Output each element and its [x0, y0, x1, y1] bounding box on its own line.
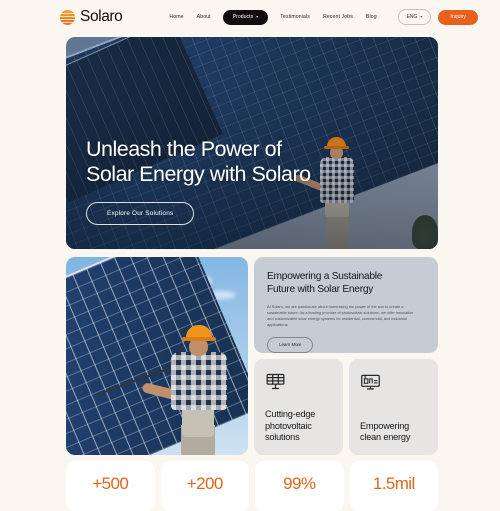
feature-card-photovoltaic-label: Cutting-edge photovoltaic solutions — [265, 409, 316, 442]
sun-stripes-icon — [60, 9, 75, 25]
feature-cards: Cutting-edge photovoltaic solutions Empo… — [254, 359, 438, 455]
brand-logo[interactable]: Solaro — [60, 8, 123, 26]
stat-card: 1.5mil — [349, 461, 438, 511]
hero-title: Unleash the Power of Solar Energy with S… — [86, 137, 418, 187]
hero-title-line-2: Solar Energy with Solaro — [86, 162, 311, 187]
nav-actions: ENG ▾ Inquiry — [397, 9, 478, 25]
nav-item-testimonials[interactable]: Testimonials — [279, 12, 311, 22]
hard-hat-icon — [182, 325, 216, 341]
sustainability-info-card: Empowering a Sustainable Future with Sol… — [254, 257, 438, 353]
brand-name: Solaro — [80, 8, 123, 25]
info-card-title-line-1: Empowering a Sustainable — [267, 271, 383, 282]
stat-card: +500 — [66, 461, 155, 511]
hero-title-line-1: Unleash the Power of — [86, 137, 282, 162]
nav-item-products[interactable]: Products ▾ — [222, 9, 269, 25]
stat-value: 99% — [283, 474, 316, 493]
feature-card-clean-energy[interactable]: Empowering clean energy — [349, 359, 438, 455]
chevron-down-icon: ▾ — [256, 14, 259, 19]
nav-item-about[interactable]: About — [196, 12, 212, 22]
about-photo-card — [66, 257, 248, 455]
nav-item-recent-jobs[interactable]: Recent Jobs — [322, 12, 354, 22]
explore-our-solutions-button[interactable]: Explore Our Solutions — [86, 202, 195, 225]
stat-value: +200 — [186, 474, 224, 493]
monitor-clean-energy-icon — [360, 371, 427, 397]
chevron-down-icon: ▾ — [420, 14, 423, 19]
feature-card-clean-energy-label: Empowering clean energy — [360, 420, 411, 442]
stat-card: 99% — [255, 461, 344, 511]
nav-links: Home About Products ▾ Testimonials Recen… — [168, 9, 378, 25]
stat-card: +200 — [160, 461, 249, 511]
hero-content: Unleash the Power of Solar Energy with S… — [86, 137, 418, 225]
feature-card-photovoltaic[interactable]: Cutting-edge photovoltaic solutions — [254, 359, 343, 455]
info-card-title-line-2: Future with Solar Energy — [267, 283, 374, 295]
top-navigation-bar: Solaro Home About Products ▾ Testimonial… — [0, 0, 500, 34]
stat-value: 1.5mil — [372, 474, 415, 493]
solar-panel-grid-icon — [265, 371, 332, 397]
nav-item-home[interactable]: Home — [168, 12, 184, 22]
language-selector-label: ENG — [406, 14, 418, 20]
learn-more-button[interactable]: Learn More — [267, 336, 314, 353]
nav-item-blog[interactable]: Blog — [365, 12, 378, 22]
stat-value: +500 — [92, 474, 129, 493]
about-right-column: Empowering a Sustainable Future with Sol… — [254, 257, 438, 455]
language-selector[interactable]: ENG ▾ — [397, 9, 432, 25]
inquiry-button[interactable]: Inquiry — [438, 9, 478, 25]
hero-banner: Unleash the Power of Solar Energy with S… — [66, 37, 438, 249]
about-section: Empowering a Sustainable Future with Sol… — [66, 257, 438, 455]
photo-worker-figure — [141, 325, 230, 455]
info-card-body: At Solaro, we are passionate about harne… — [267, 303, 414, 328]
nav-item-products-label: Products — [232, 14, 254, 20]
info-card-title: Empowering a Sustainable Future with Sol… — [267, 271, 425, 297]
stats-section: +500 +200 99% 1.5mil — [66, 461, 438, 511]
